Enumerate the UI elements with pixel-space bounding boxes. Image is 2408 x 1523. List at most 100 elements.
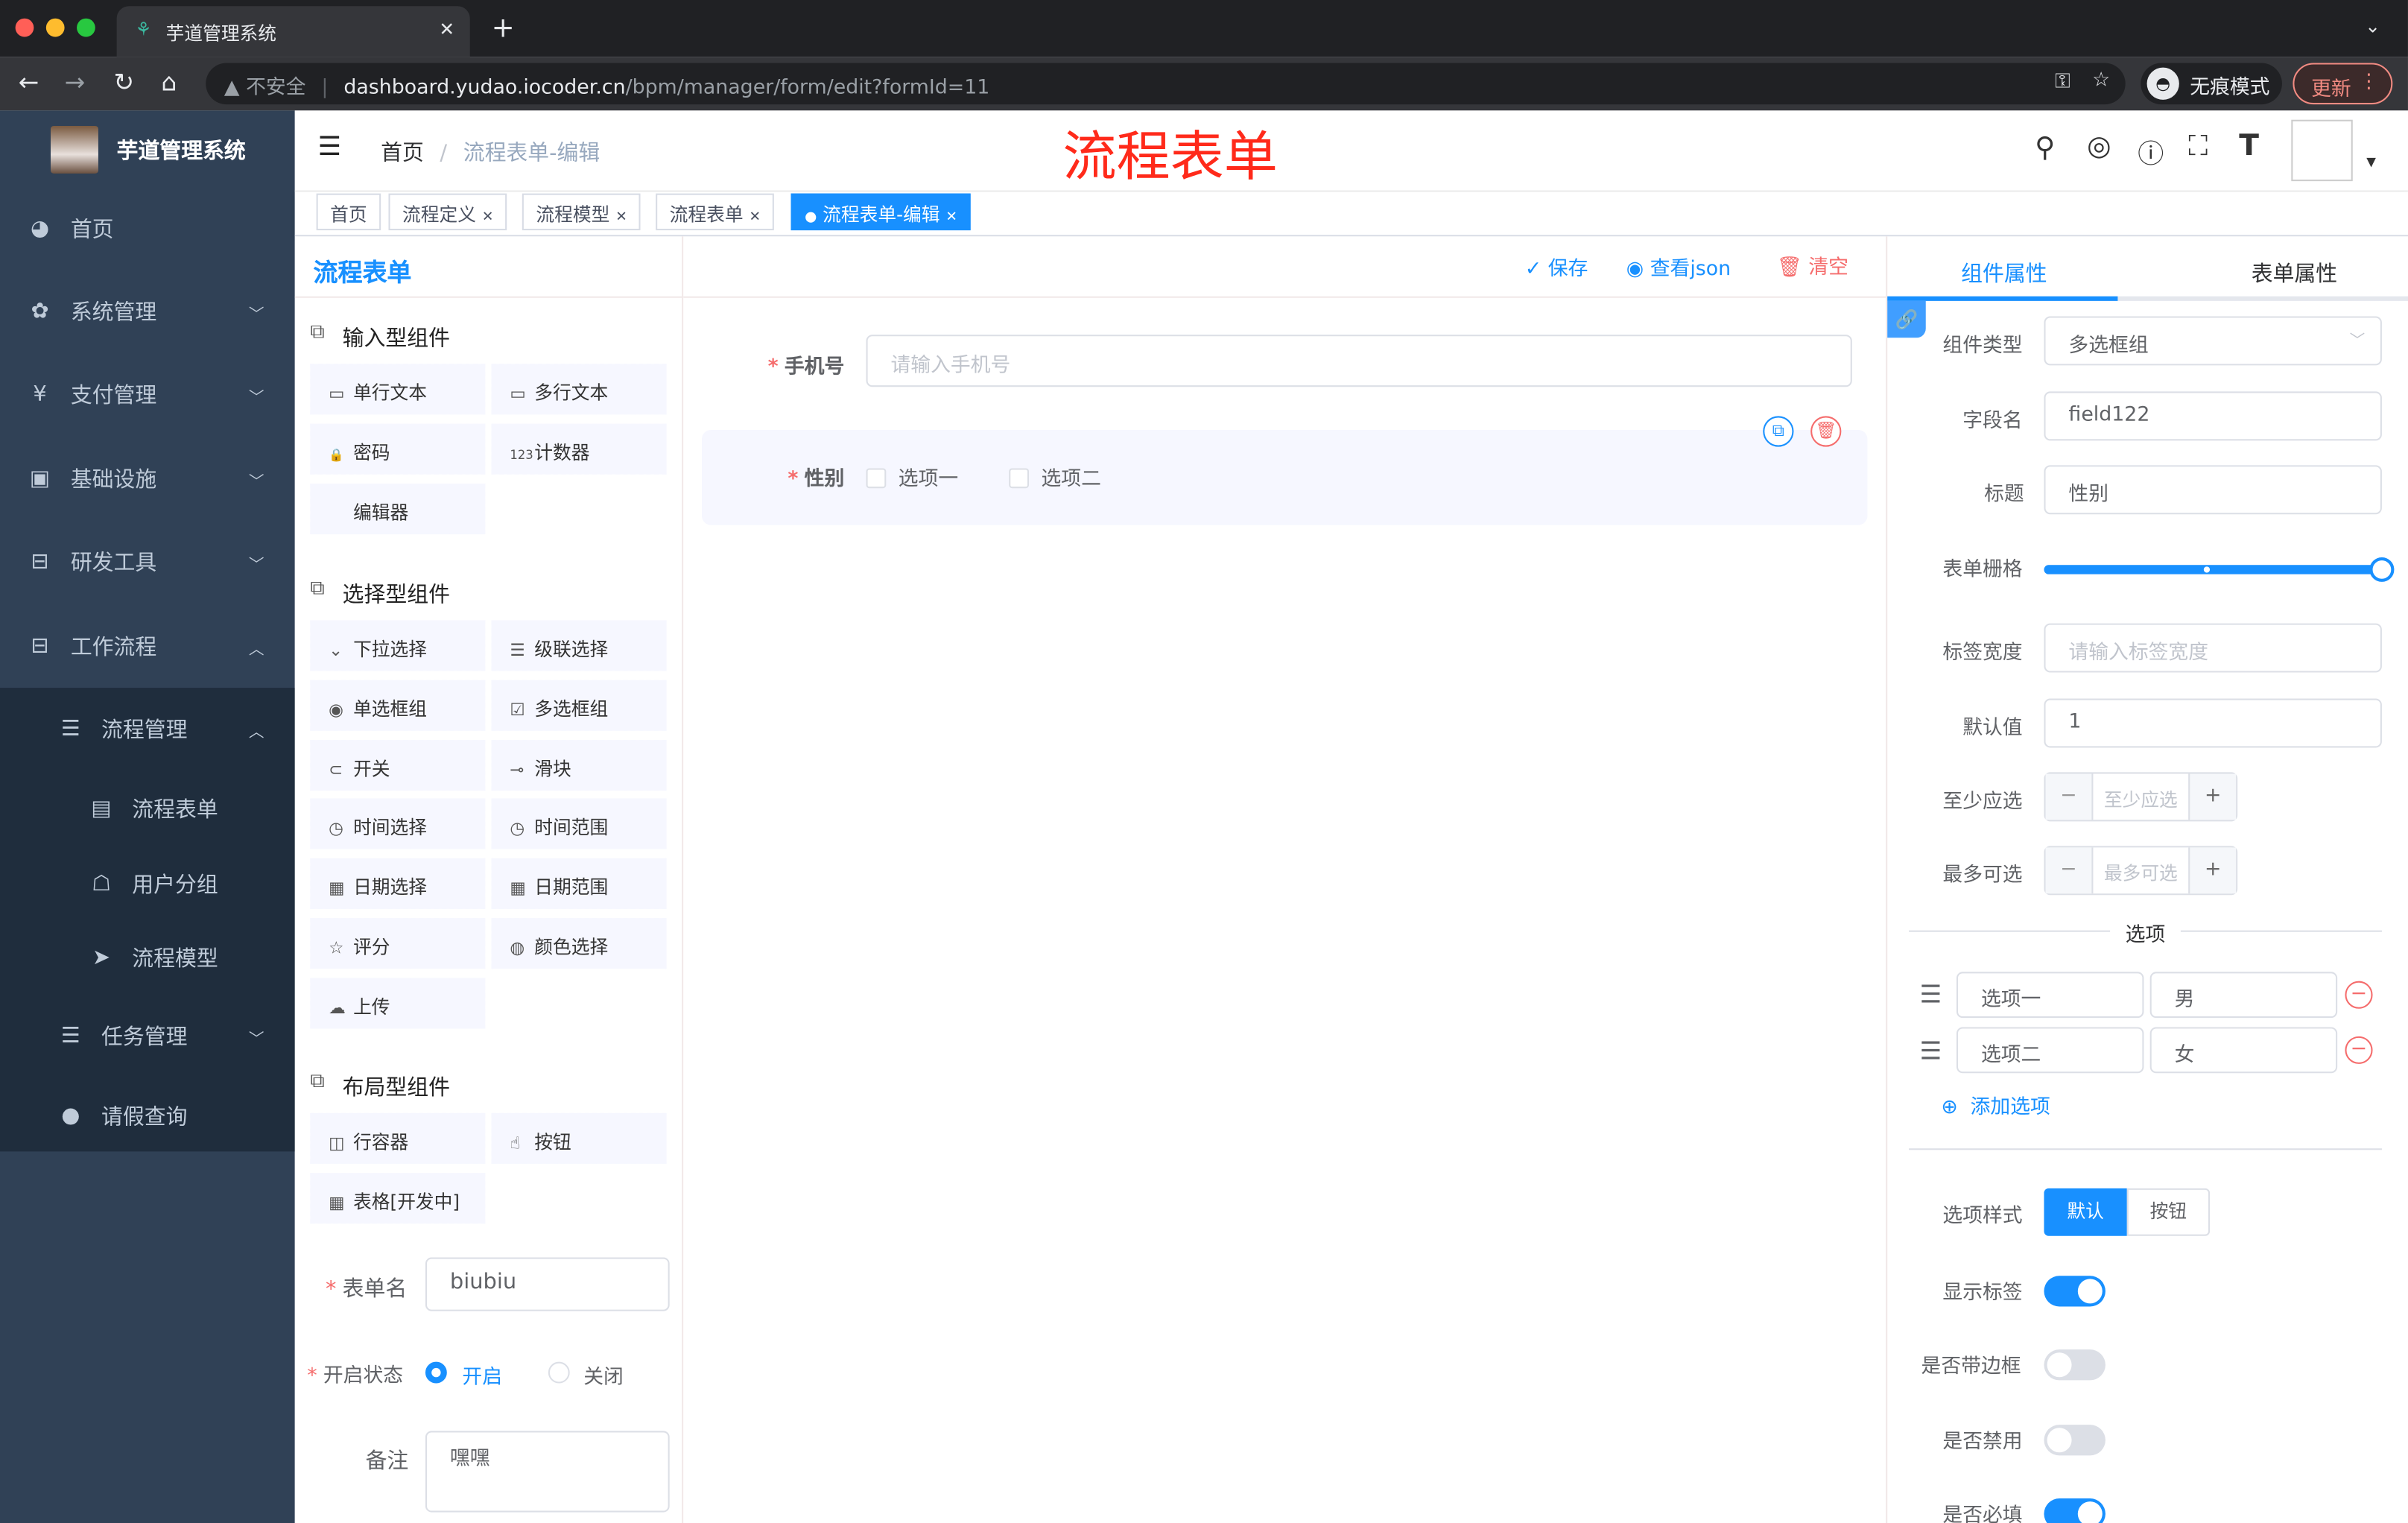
component-item[interactable]: ☝ 按钮 (491, 1112, 667, 1164)
component-item[interactable]: ▦ 日期范围 (491, 858, 667, 910)
status-off-radio[interactable] (548, 1361, 570, 1384)
save-button[interactable]: ✓ 保存 (1525, 252, 1588, 281)
close-window-button[interactable] (15, 18, 34, 37)
reload-icon[interactable]: ↻ (114, 68, 135, 97)
sidebar-item-process-model[interactable]: ➤ 流程模型 (0, 916, 295, 999)
required-switch[interactable] (2044, 1498, 2106, 1523)
home-icon[interactable]: ⌂ (161, 68, 177, 97)
maximize-window-button[interactable] (77, 18, 95, 37)
forward-icon[interactable]: → (65, 68, 86, 97)
sidebar-item-leave[interactable]: ● 请假查询 (0, 1074, 295, 1157)
bookmark-star-icon[interactable]: ☆ (2092, 69, 2110, 92)
component-item[interactable]: ☰ 级联选择 (491, 620, 667, 671)
sidebar-item-infra[interactable]: ▣ 基础设施 ﹀ (0, 437, 295, 520)
tag-process-model[interactable]: 流程模型 ✕ (522, 193, 641, 231)
sidebar-item-process-form[interactable]: ▤ 流程表单 (0, 767, 295, 850)
component-item[interactable]: ▦ 日期选择 (310, 858, 486, 910)
tab-search-icon[interactable]: ⌄ (2365, 16, 2380, 37)
back-icon[interactable]: ← (19, 68, 39, 97)
browser-tab[interactable]: ⚘ 芋道管理系统 ✕ (116, 6, 470, 57)
component-item[interactable]: ⊂ 开关 (310, 739, 486, 791)
remove-option-icon[interactable]: − (2345, 1036, 2373, 1064)
component-item[interactable]: ⊸ 滑块 (491, 739, 667, 791)
search-icon[interactable]: ⚲ (2035, 132, 2055, 164)
sidebar-item-system[interactable]: ✿ 系统管理 ﹀ (0, 270, 295, 353)
border-switch[interactable] (2044, 1349, 2106, 1381)
hamburger-icon[interactable]: ☰ (318, 132, 341, 162)
component-item[interactable]: ☑ 多选框组 (491, 680, 667, 731)
option-value-input[interactable]: 女 (2149, 1027, 2338, 1074)
minus-button[interactable]: − (2045, 773, 2094, 820)
style-default-button[interactable]: 默认 (2044, 1188, 2127, 1236)
slider-handle[interactable] (2369, 557, 2395, 582)
component-item[interactable]: ◉ 单选框组 (310, 680, 486, 731)
option-value-input[interactable]: 男 (2149, 972, 2338, 1019)
field-name-input[interactable]: field122 (2044, 391, 2382, 441)
minus-button[interactable]: − (2045, 847, 2094, 894)
close-icon[interactable]: ✕ (945, 210, 957, 226)
breadcrumb-home[interactable]: 首页 (381, 142, 424, 166)
option-one-checkbox[interactable]: 选项一 (866, 462, 958, 491)
caret-down-icon[interactable]: ▼ (2366, 155, 2376, 169)
plus-button[interactable]: + (2188, 847, 2237, 894)
component-item[interactable]: ◷ 时间选择 (310, 799, 486, 850)
copy-icon[interactable]: ⧉ (1763, 416, 1794, 447)
update-button[interactable]: 更新 ⋮ (2293, 63, 2393, 105)
key-icon[interactable]: ⚿ (2055, 71, 2070, 94)
option-two-checkbox[interactable]: 选项二 (1009, 462, 1101, 491)
component-item[interactable]: 编辑器 (310, 483, 486, 534)
incognito-button[interactable]: ◓ 无痕模式 (2141, 63, 2282, 105)
type-select[interactable]: 多选框组 ﹀ (2044, 316, 2382, 366)
show-label-switch[interactable] (2044, 1276, 2106, 1307)
status-off-label[interactable]: 关闭 (583, 1361, 624, 1390)
help-icon[interactable]: ⓘ (2138, 132, 2164, 171)
component-item[interactable]: ◍ 颜色选择 (491, 918, 667, 969)
status-on-radio[interactable] (425, 1361, 447, 1384)
component-item[interactable]: 🔒 密码 (310, 423, 486, 475)
component-item[interactable]: ☆ 评分 (310, 918, 486, 969)
url-field[interactable]: ▲ 不安全 | dashboard.yudao.iocoder.cn/bpm/m… (206, 63, 2126, 105)
status-on-label[interactable]: 开启 (462, 1361, 502, 1390)
close-icon[interactable]: ✕ (750, 210, 761, 226)
component-item[interactable]: ◫ 行容器 (310, 1112, 486, 1164)
add-option-button[interactable]: ⊕ 添加选项 (1941, 1090, 2050, 1119)
component-item[interactable]: ⌄ 下拉选择 (310, 620, 486, 671)
style-button-button[interactable]: 按钮 (2126, 1188, 2211, 1236)
close-icon[interactable]: ✕ (482, 210, 494, 226)
remove-option-icon[interactable]: − (2345, 981, 2373, 1009)
tag-process-definition[interactable]: 流程定义 ✕ (388, 193, 508, 231)
sidebar-item-devtools[interactable]: ⊟ 研发工具 ﹀ (0, 521, 295, 604)
sidebar-item-process-mgmt[interactable]: ☰ 流程管理 ︿ (0, 688, 295, 770)
min-stepper[interactable]: − 至少应选 + (2044, 772, 2238, 822)
close-icon[interactable]: ✕ (615, 210, 627, 226)
component-item[interactable]: ▦ 表格[开发中] (310, 1172, 486, 1223)
minimize-window-button[interactable] (45, 18, 65, 37)
component-item[interactable]: ▭ 单行文本 (310, 364, 486, 415)
tag-home[interactable]: 首页 (316, 193, 381, 231)
drag-handle-icon[interactable]: ☰ (1920, 1036, 1942, 1066)
default-input[interactable]: 1 (2044, 698, 2382, 748)
view-json-button[interactable]: ◉ 查看json (1626, 252, 1731, 281)
remark-textarea[interactable]: 嘿嘿 (425, 1431, 670, 1513)
tab-component-props[interactable]: 组件属性 (1961, 258, 2047, 288)
label-width-input[interactable]: 请输入标签宽度 (2044, 623, 2382, 673)
new-tab-button[interactable]: + (492, 12, 515, 44)
sidebar-item-user-group[interactable]: ☖ 用户分组 (0, 843, 295, 925)
avatar[interactable] (2291, 119, 2353, 182)
tag-process-form[interactable]: 流程表单 ✕ (656, 193, 775, 231)
fullscreen-icon[interactable]: ⛶ (2188, 130, 2208, 162)
phone-input[interactable]: 请输入手机号 (866, 335, 1852, 387)
component-item[interactable]: ▭ 多行文本 (491, 364, 667, 415)
sidebar-item-pay[interactable]: ¥ 支付管理 ﹀ (0, 353, 295, 436)
component-item[interactable]: ◷ 时间范围 (491, 799, 667, 850)
component-item[interactable]: ☁ 上传 (310, 978, 486, 1029)
sidebar-item-home[interactable]: ◕ 首页 (0, 187, 295, 270)
option-label-input[interactable]: 选项二 (1956, 1027, 2144, 1074)
clear-button[interactable]: 🗑 清空 (1777, 250, 1848, 279)
sidebar-item-task-mgmt[interactable]: ☰ 任务管理 ﹀ (0, 995, 295, 1077)
drag-handle-icon[interactable]: ☰ (1920, 980, 1942, 1009)
sidebar-item-workflow[interactable]: ⊟ 工作流程 ︿ (0, 605, 295, 688)
font-size-icon[interactable]: T (2239, 129, 2259, 162)
close-tab-icon[interactable]: ✕ (439, 19, 454, 40)
form-name-input[interactable]: biubiu (425, 1257, 670, 1311)
